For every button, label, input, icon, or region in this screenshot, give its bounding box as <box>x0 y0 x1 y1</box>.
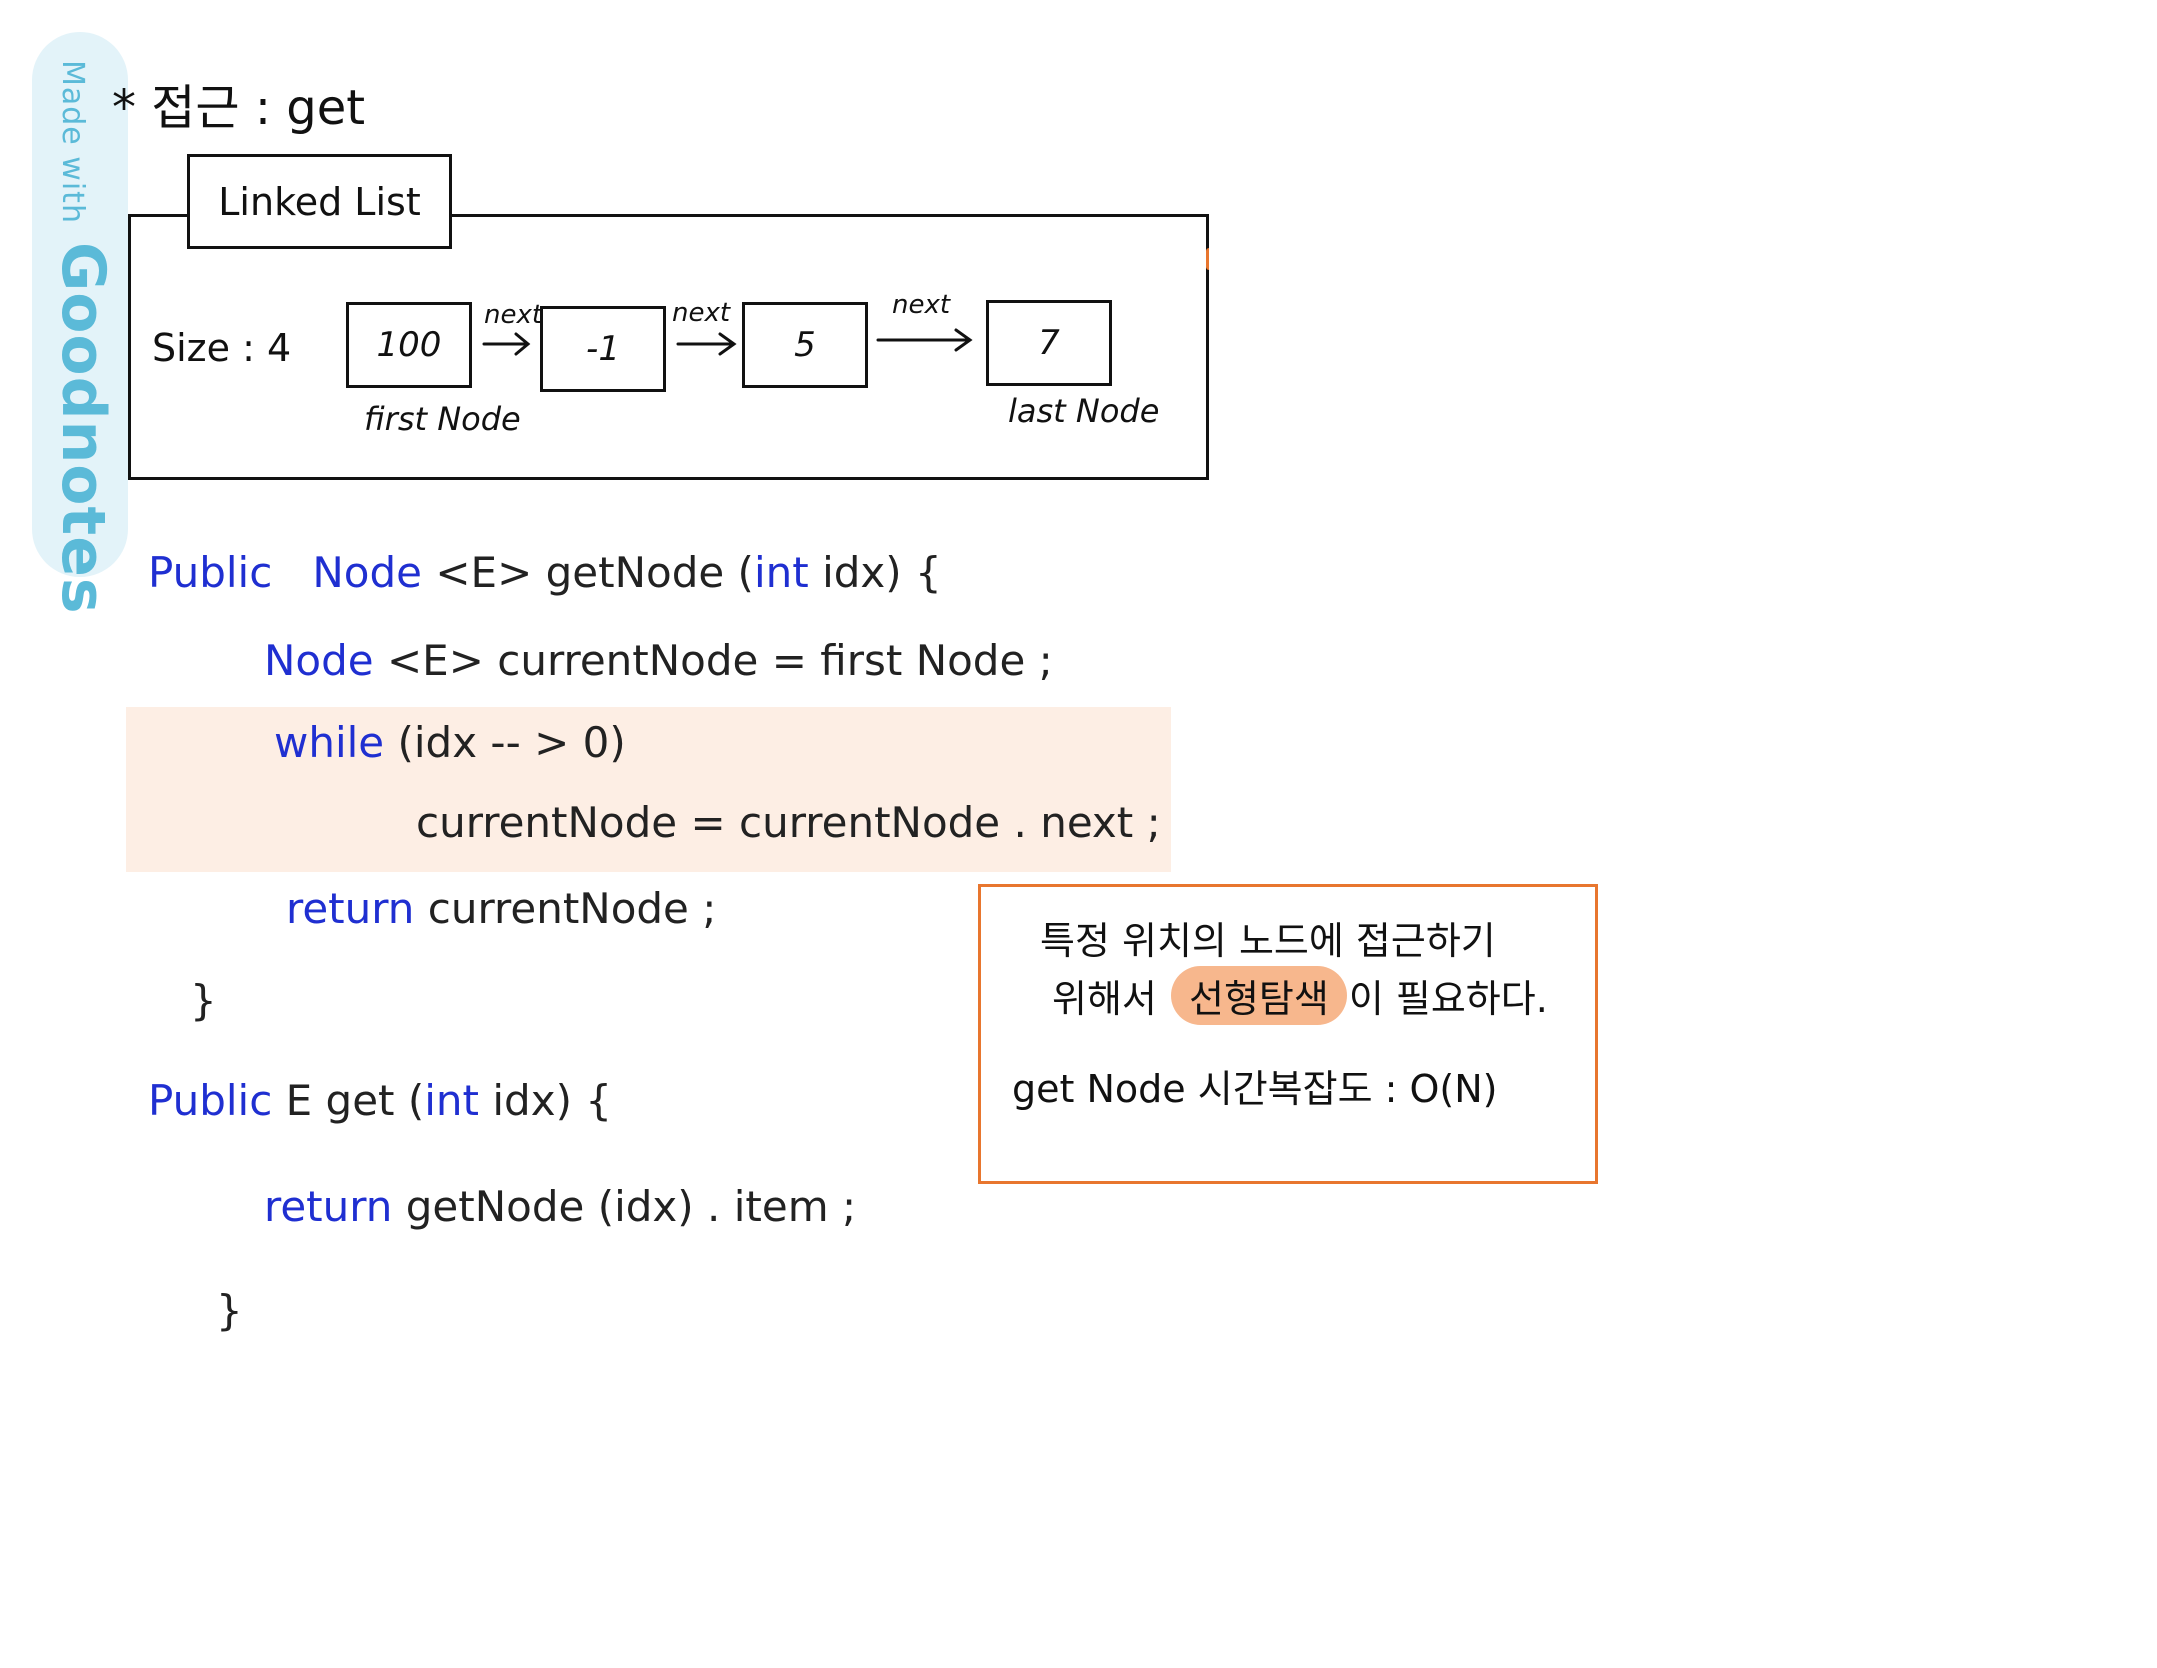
note-line-3: get Node 시간복잡도 : O(N) <box>1012 1067 1498 1111</box>
next-label-1: next <box>672 298 731 328</box>
code-line-1: Public Node <E> getNode (int idx) { <box>148 548 942 597</box>
next-arrow-0 <box>482 332 531 356</box>
code-line-5: return currentNode ; <box>286 884 717 933</box>
code-line-8: return getNode (idx) . item ; <box>264 1182 857 1231</box>
code-line-7: Public E get (int idx) { <box>148 1076 613 1125</box>
last-node-label: last Node <box>1008 392 1160 430</box>
next-arrow-2 <box>876 328 973 352</box>
frame-accent-mark <box>1206 248 1215 270</box>
next-label-0: next <box>484 300 543 330</box>
code-line-2: Node <E> currentNode = first Node ; <box>264 636 1053 685</box>
next-arrow-1 <box>676 332 737 356</box>
note-line-1: 특정 위치의 노드에 접근하기 <box>1040 919 1496 963</box>
linear-search-highlight: 선형탐색 <box>1170 966 1347 1025</box>
code-line-6: } <box>190 976 217 1025</box>
note-line-2: 위해서 선형탐색 이 필요하다. <box>1052 966 1548 1025</box>
code-line-4: currentNode = currentNode . next ; <box>416 798 1161 847</box>
next-label-2: next <box>892 290 951 320</box>
code-line-3: while (idx -- > 0) <box>274 718 626 767</box>
code-line-9: } <box>216 1286 243 1335</box>
first-node-label: first Node <box>364 400 521 438</box>
